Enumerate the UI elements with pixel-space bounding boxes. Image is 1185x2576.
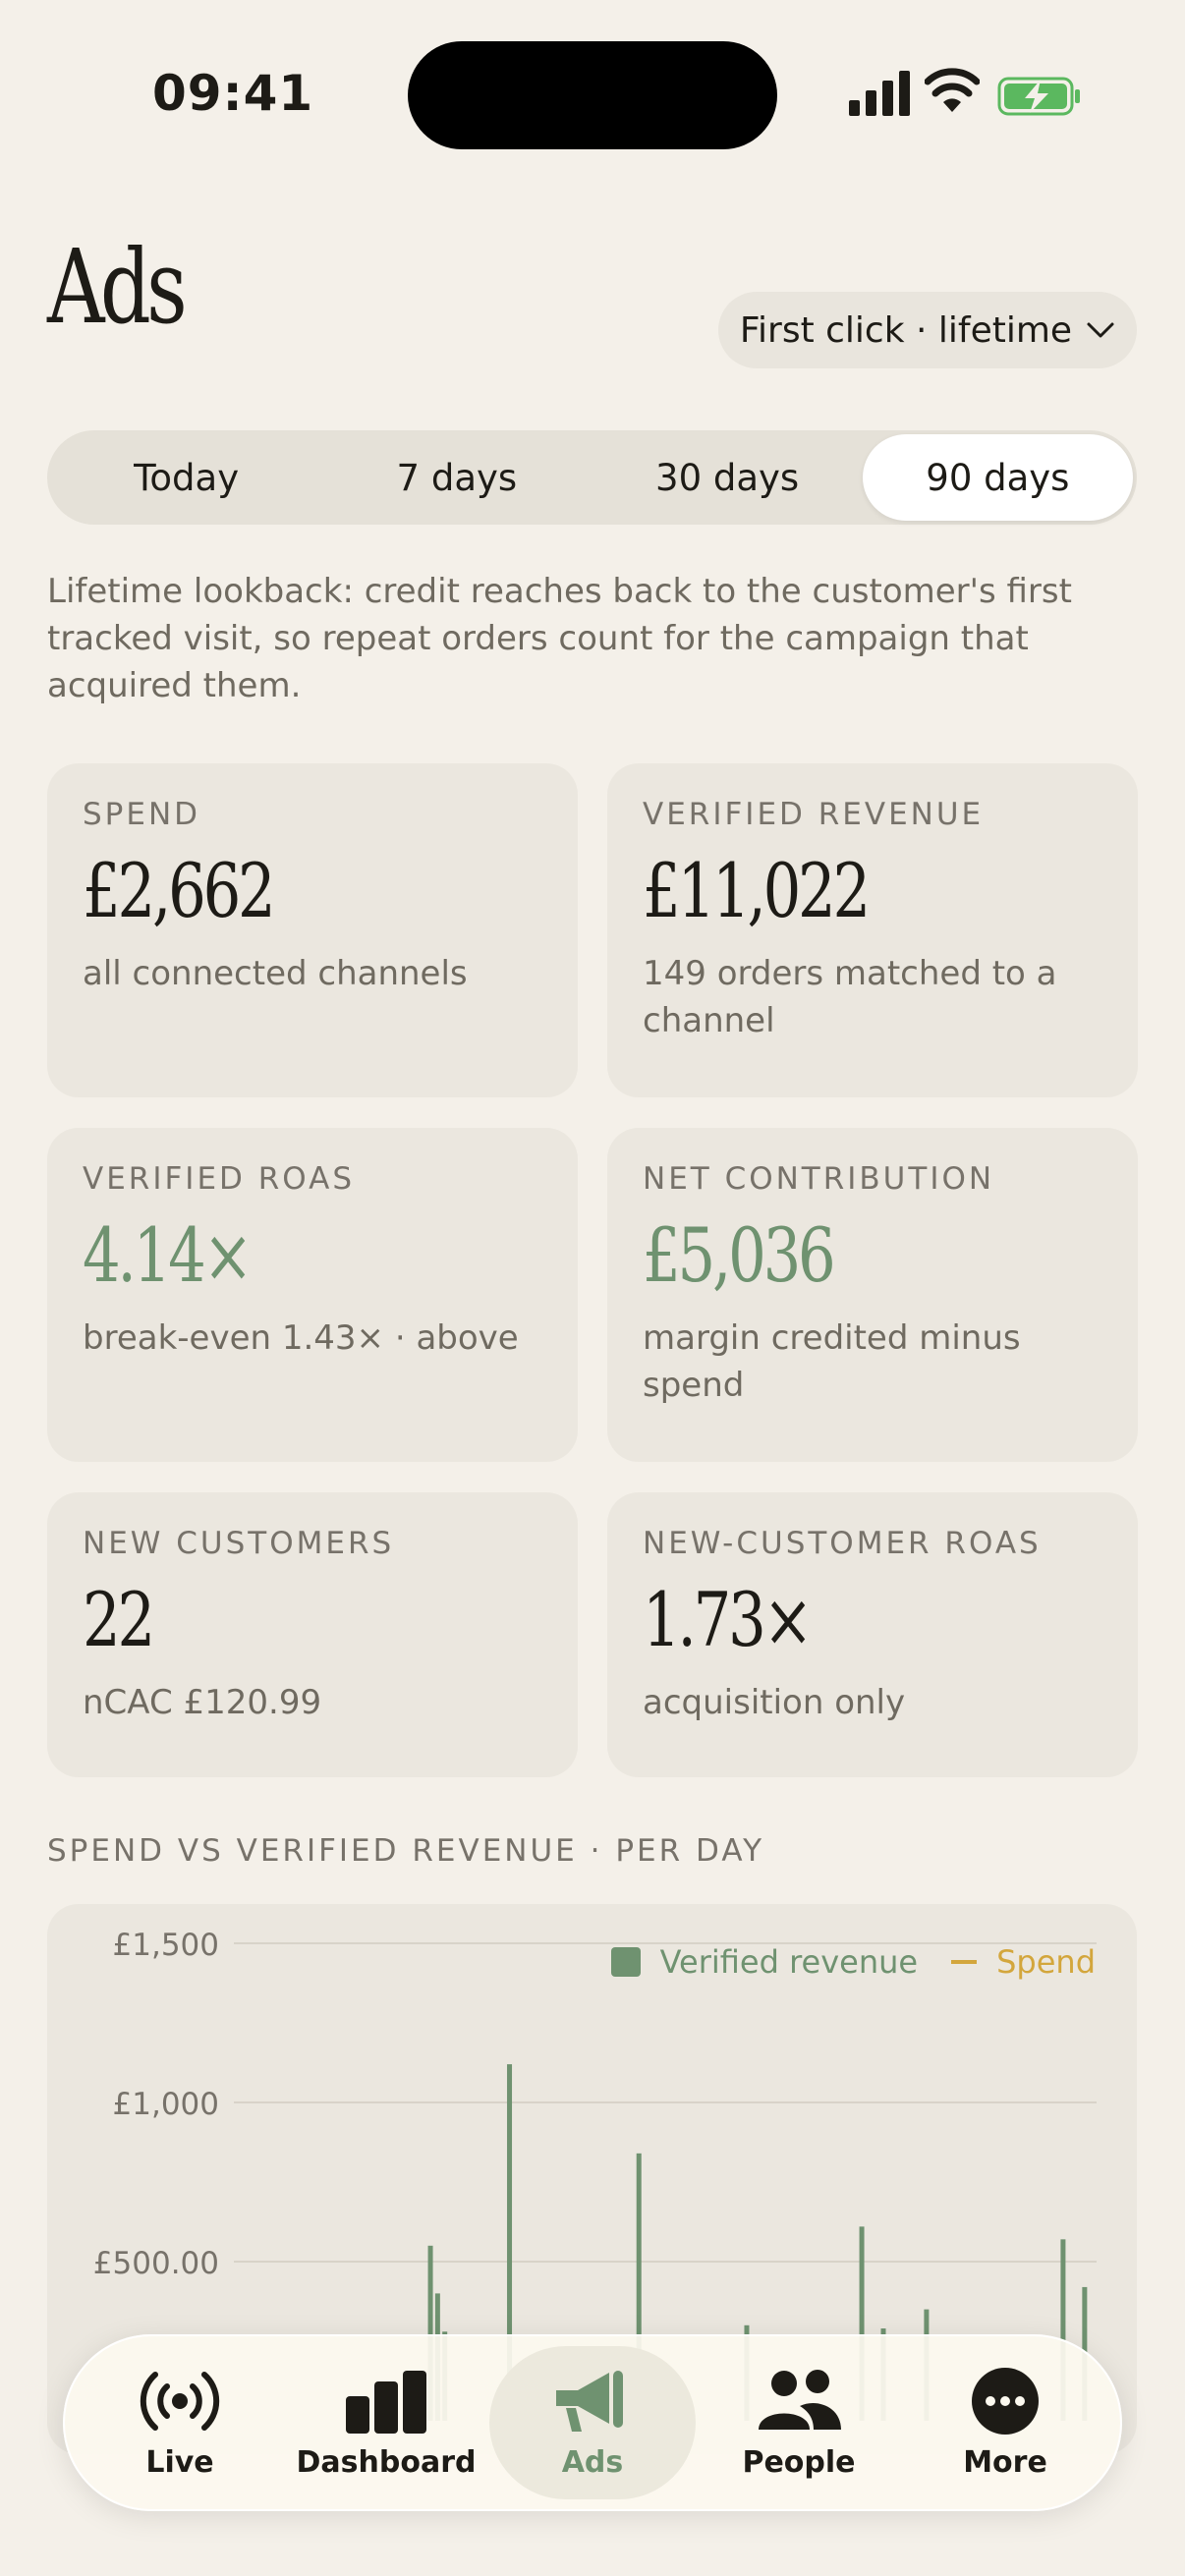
metric-value: 1.73×: [643, 1576, 814, 1663]
cellular-signal-icon: [849, 71, 910, 116]
metric-value: 4.14×: [83, 1211, 254, 1299]
chart-section-title: SPEND VS VERIFIED REVENUE · PER DAY: [47, 1833, 765, 1869]
metric-value: £5,036: [643, 1211, 836, 1299]
tab-label: Dashboard: [296, 2444, 477, 2480]
dynamic-island: [408, 41, 777, 149]
y-tick-label: £1,000: [113, 2087, 219, 2122]
tab-label: Ads: [561, 2444, 624, 2480]
metric-card-verified-roas: VERIFIED ROAS 4.14× break-even 1.43× · a…: [47, 1128, 578, 1462]
metric-label: VERIFIED ROAS: [83, 1161, 356, 1197]
broadcast-icon: [140, 2371, 220, 2431]
metric-value: 22: [83, 1576, 155, 1663]
metric-subtext: all connected channels: [83, 954, 468, 993]
bar-chart-icon: [346, 2370, 426, 2434]
legend-label-revenue: Verified revenue: [659, 1943, 919, 1981]
metric-label: VERIFIED REVENUE: [643, 797, 985, 832]
tab-label: More: [963, 2444, 1047, 2480]
page-title: Ads: [47, 227, 188, 347]
metric-card-net-contribution: NET CONTRIBUTION £5,036 margin credited …: [607, 1128, 1138, 1462]
attribution-explanation: Lifetime lookback: credit reaches back t…: [47, 572, 1072, 705]
range-tab-today[interactable]: Today: [51, 434, 321, 521]
legend-swatch-spend: [951, 1960, 978, 1964]
y-tick-label: £500.00: [93, 2246, 219, 2281]
range-tab-90-days[interactable]: 90 days: [862, 434, 1133, 521]
date-range-segmented-control: Today 7 days 30 days 90 days: [47, 430, 1137, 525]
metric-subtext: break-even 1.43× · above: [83, 1318, 519, 1358]
metric-label: NEW CUSTOMERS: [83, 1526, 395, 1561]
metric-value: £11,022: [643, 847, 871, 934]
status-bar: 09:41: [0, 0, 1185, 149]
status-time: 09:41: [152, 65, 314, 122]
chart-legend: Verified revenue Spend: [610, 1943, 1096, 1981]
range-tab-30-days[interactable]: 30 days: [592, 434, 863, 521]
metric-label: NET CONTRIBUTION: [643, 1161, 995, 1197]
megaphone-icon: [556, 2370, 623, 2432]
tab-label: People: [742, 2444, 856, 2480]
metric-card-new-customer-roas: NEW-CUSTOMER ROAS 1.73× acquisition only: [607, 1492, 1138, 1777]
wifi-icon: [925, 68, 980, 112]
tab-live[interactable]: Live: [77, 2346, 283, 2499]
metric-card-new-customers: NEW CUSTOMERS 22 nCAC £120.99: [47, 1492, 578, 1777]
tab-ads[interactable]: Ads: [489, 2346, 696, 2499]
bottom-tab-bar: Live Dashboard Ads People More: [63, 2334, 1122, 2511]
metric-label: NEW-CUSTOMER ROAS: [643, 1526, 1042, 1561]
attribution-model-dropdown[interactable]: First click · lifetime: [718, 292, 1137, 368]
y-tick-label: £1,500: [113, 1928, 219, 1963]
battery-charging-icon: [997, 77, 1080, 116]
legend-swatch-revenue: [610, 1947, 641, 1977]
metric-label: SPEND: [83, 797, 201, 832]
tab-people[interactable]: People: [696, 2346, 902, 2499]
legend-label-spend: Spend: [996, 1943, 1096, 1981]
tab-more[interactable]: More: [902, 2346, 1108, 2499]
metric-card-spend: SPEND £2,662 all connected channels: [47, 763, 578, 1097]
metric-subtext: acquisition only: [643, 1683, 906, 1722]
tab-label: Live: [145, 2444, 214, 2480]
range-tab-7-days[interactable]: 7 days: [321, 434, 592, 521]
attribution-model-label: First click · lifetime: [739, 309, 1073, 351]
tab-dashboard[interactable]: Dashboard: [283, 2346, 489, 2499]
metric-subtext: 149 orders matched to a channel: [643, 954, 1057, 1040]
more-icon: [972, 2367, 1039, 2435]
metric-subtext: nCAC £120.99: [83, 1683, 322, 1722]
chevron-down-icon: [1087, 322, 1114, 338]
metric-card-verified-revenue: VERIFIED REVENUE £11,022 149 orders matc…: [607, 763, 1138, 1097]
people-icon: [759, 2369, 841, 2430]
metric-value: £2,662: [83, 847, 276, 934]
metric-subtext: margin credited minus spend: [643, 1318, 1021, 1405]
